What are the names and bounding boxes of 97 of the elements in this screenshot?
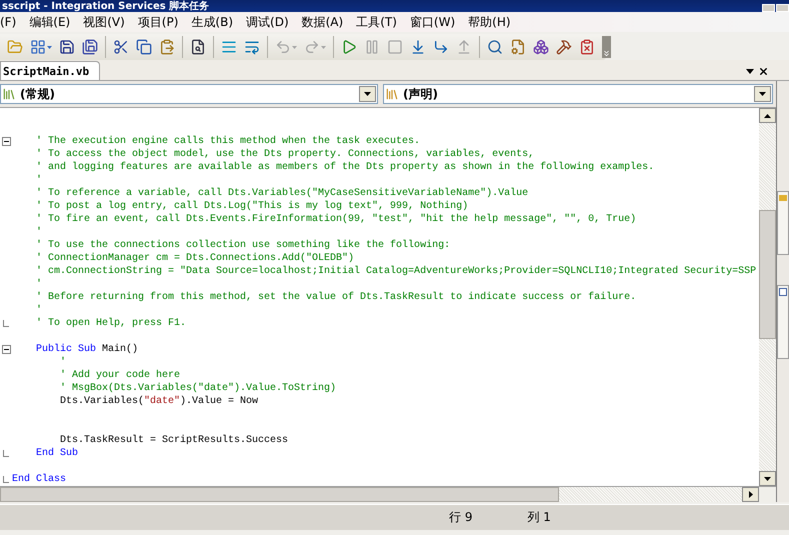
caret-icon xyxy=(764,476,771,480)
code-comment: ' To reference a variable, call Dts.Variables("MyCaseSensitiveVariableName").Value xyxy=(36,188,528,199)
code-comment: ' and logging features are available as members of the Dts property as shown in the following examples. xyxy=(36,162,654,173)
code-comment: ' xyxy=(36,175,42,186)
play-icon xyxy=(341,39,357,55)
undo-icon xyxy=(275,39,291,55)
code-text: Dts.Variables( xyxy=(60,396,144,407)
code-keyword: End Class xyxy=(12,474,66,485)
code-comment: ' xyxy=(36,227,42,238)
code-comment: ' ConnectionManager cm = Dts.Connections.Add("OLEDB") xyxy=(36,253,354,264)
stop-icon xyxy=(387,39,403,55)
caret-icon xyxy=(321,46,326,48)
boxes-icon xyxy=(533,39,549,55)
caret-icon xyxy=(364,92,371,96)
code-comment: ' To fire an event, call Dts.Events.FireInformation(99, "test", "hit the help message", "", 0, True) xyxy=(36,214,636,225)
caret-icon xyxy=(47,46,52,48)
lines-icon xyxy=(221,39,237,55)
scroll-up-button[interactable] xyxy=(759,108,776,123)
caret-icon xyxy=(759,92,766,96)
side-tab[interactable] xyxy=(777,285,789,359)
books-icon xyxy=(385,87,399,101)
pause-icon xyxy=(364,39,380,55)
scroll-down-button[interactable] xyxy=(759,471,776,486)
menu-item[interactable]: 调试(D) xyxy=(242,13,298,31)
document-tab[interactable]: ScriptMain.vb xyxy=(0,61,100,80)
toolbar-overflow-button[interactable] xyxy=(602,36,611,58)
window-title: sscript - Integration Services 脚本任务 xyxy=(2,1,210,12)
step-into-icon xyxy=(410,39,426,55)
folder-icon xyxy=(7,39,23,55)
folder-icon xyxy=(779,194,787,202)
caret-icon xyxy=(746,68,754,74)
code-editor[interactable] xyxy=(0,107,776,486)
code-text: Dts.TaskResult = ScriptResults.Success xyxy=(60,435,288,446)
column-number: 列 1 xyxy=(527,509,551,526)
save-all-icon xyxy=(82,39,98,55)
code-text: ).Value = Now xyxy=(180,396,258,407)
menu-item[interactable]: 项目(P) xyxy=(134,13,188,31)
code-keyword: Public Sub xyxy=(36,344,96,355)
document-icon xyxy=(779,288,787,296)
scrollbar-thumb[interactable] xyxy=(759,210,776,339)
object-dropdown[interactable]: (常规) xyxy=(0,84,378,104)
dropdown-arrow-button[interactable] xyxy=(359,86,376,102)
chevron-icon xyxy=(602,49,611,58)
grid-icon xyxy=(30,39,46,55)
collapse-icon[interactable] xyxy=(2,137,10,146)
step-over-icon xyxy=(433,39,449,55)
caret-icon xyxy=(764,114,771,118)
code-comment: ' To post a log entry, call Dts.Log("This is my log text", 999, Nothing) xyxy=(36,201,468,212)
menu-item[interactable]: 帮助(H) xyxy=(464,13,520,31)
dropdown-arrow-button[interactable] xyxy=(754,86,771,102)
save-icon xyxy=(59,39,75,55)
code-comment: ' To use the connections collection use something like the following: xyxy=(36,240,450,251)
close-icon xyxy=(758,66,769,76)
document-search-icon xyxy=(190,39,206,55)
dropdown-value: (常规) xyxy=(20,86,56,102)
code-comment: ' Before returning from this method, set the value of Dts.TaskResult to indicate success or failure. xyxy=(36,292,636,303)
code-comment: ' xyxy=(36,279,42,290)
code-text: Main() xyxy=(101,344,138,355)
scroll-right-button[interactable] xyxy=(742,487,759,502)
redo-icon xyxy=(304,39,320,55)
menu-item[interactable]: 生成(B) xyxy=(187,13,242,31)
code-comment: ' To open Help, press F1. xyxy=(36,318,186,329)
menu-item[interactable]: 数据(A) xyxy=(298,13,352,31)
dropdown-value: (声明) xyxy=(403,86,439,102)
paste-icon xyxy=(159,39,175,55)
tab-list-button[interactable] xyxy=(746,68,754,74)
menu-item[interactable]: 工具(T) xyxy=(352,13,406,31)
hammer-icon xyxy=(556,39,572,55)
code-comment: ' To access the object model, use the Dts property. Connections, variables, events, xyxy=(36,149,534,160)
side-tab[interactable] xyxy=(777,191,789,255)
menu-item[interactable]: (F) xyxy=(0,13,26,31)
caret-icon xyxy=(748,491,752,498)
search-icon xyxy=(487,39,503,55)
member-dropdown[interactable]: (声明) xyxy=(383,84,773,104)
copy-icon xyxy=(136,39,152,55)
code-comment: ' Add your code here xyxy=(60,370,180,381)
code-keyword: End Sub xyxy=(36,448,78,459)
clipboard-x-icon xyxy=(579,39,595,55)
step-out-icon xyxy=(456,39,472,55)
wrap-lines-icon xyxy=(244,39,260,55)
scissors-icon xyxy=(113,39,129,55)
menu-item[interactable]: 窗口(W) xyxy=(406,13,464,31)
caret-icon xyxy=(292,46,297,48)
code-comment: ' The execution engine calls this method when the task executes. xyxy=(36,136,420,147)
close-button[interactable] xyxy=(758,66,769,76)
menu-item[interactable]: 视图(V) xyxy=(79,13,134,31)
line-number: 行 9 xyxy=(449,509,472,526)
scrollbar-thumb[interactable] xyxy=(0,487,559,502)
collapse-icon[interactable] xyxy=(2,345,10,354)
document-gear-icon xyxy=(510,39,526,55)
code-comment: ' xyxy=(60,357,66,368)
books-icon xyxy=(2,87,16,101)
code-comment: ' cm.ConnectionString = "Data Source=localhost;Initial Catalog=AdventureWorks;Provider=SQLNCLI10;Integrated Security=SSP xyxy=(36,266,756,277)
code-comment: ' MsgBox(Dts.Variables("date").Value.ToString) xyxy=(60,383,336,394)
code-comment: ' xyxy=(36,305,42,316)
menu-item[interactable]: 编辑(E) xyxy=(25,13,80,31)
code-string: "date" xyxy=(144,396,180,407)
